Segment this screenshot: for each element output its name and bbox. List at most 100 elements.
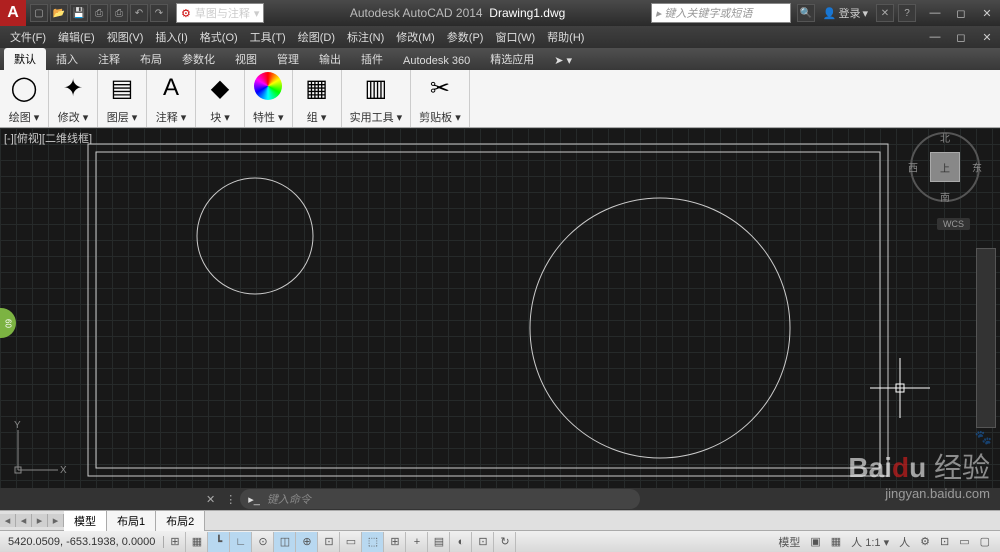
qat-new-icon[interactable]: ▢ (30, 4, 48, 22)
cmd-close-icon[interactable]: ✕ (200, 493, 221, 506)
tab-insert[interactable]: 插入 (46, 48, 88, 70)
ribbon-panel-5[interactable]: 特性 ▾ (245, 70, 293, 127)
tab-output[interactable]: 输出 (309, 48, 351, 70)
status-toggle-10[interactable]: ⊞ (384, 532, 406, 552)
menu-parametric[interactable]: 参数(P) (441, 29, 490, 45)
layout-nav-next[interactable]: ▸ (32, 514, 48, 527)
viewport-label[interactable]: [-][俯视][二维线框] (4, 130, 92, 146)
tab-default[interactable]: 默认 (4, 48, 46, 70)
compass-west: 西 (908, 160, 918, 175)
status-toggle-9[interactable]: ⬚ (362, 532, 384, 552)
status-toggle-11[interactable]: + (406, 532, 428, 552)
help-icon[interactable]: ? (898, 4, 916, 22)
search-icon[interactable]: 🔍 (797, 4, 815, 22)
status-icon[interactable]: ▦ (827, 535, 845, 548)
tab-model[interactable]: 模型 (64, 511, 107, 531)
qat-plot-icon[interactable]: ⎙ (110, 4, 128, 22)
app-logo[interactable]: A (0, 0, 26, 26)
exchange-icon[interactable]: ✕ (876, 4, 894, 22)
status-icon[interactable]: ▣ (806, 535, 824, 548)
wcs-badge[interactable]: WCS (937, 218, 970, 230)
qat-saveas-icon[interactable]: ⎙ (90, 4, 108, 22)
ribbon-panel-3[interactable]: A注释 ▾ (147, 70, 196, 127)
status-toggle-2[interactable]: ┗ (208, 532, 230, 552)
menu-insert[interactable]: 插入(I) (149, 29, 193, 45)
doc-minimize-button[interactable]: — (922, 27, 948, 47)
status-toggle-12[interactable]: ▤ (428, 532, 450, 552)
tab-manage[interactable]: 管理 (267, 48, 309, 70)
ribbon-panel-7[interactable]: ▥实用工具 ▾ (342, 70, 412, 127)
status-toggle-0[interactable]: ⊞ (164, 532, 186, 552)
status-toggle-1[interactable]: ▦ (186, 532, 208, 552)
status-toggle-7[interactable]: ⊡ (318, 532, 340, 552)
layout-nav-last[interactable]: ▸ (48, 514, 64, 527)
layout-nav-prev[interactable]: ◂ (16, 514, 32, 527)
menu-tools[interactable]: 工具(T) (244, 29, 292, 45)
ribbon-panel-1[interactable]: ✦修改 ▾ (49, 70, 98, 127)
coordinates-readout[interactable]: 5420.0509, -653.1938, 0.0000 (0, 536, 164, 548)
menu-dimension[interactable]: 标注(N) (341, 29, 390, 45)
menu-format[interactable]: 格式(O) (194, 29, 244, 45)
tab-parametric[interactable]: 参数化 (172, 48, 225, 70)
clean-screen-icon[interactable]: ▢ (976, 535, 994, 548)
ribbon-panel-4[interactable]: ◆块 ▾ (196, 70, 245, 127)
compass-north: 北 (940, 130, 950, 145)
tab-layout[interactable]: 布局 (130, 48, 172, 70)
drawing-canvas[interactable] (0, 128, 1000, 488)
signin-button[interactable]: 👤 登录 ▾ (819, 5, 872, 21)
annotation-scale[interactable]: 人 1:1 ▾ (847, 534, 893, 550)
layout-nav-first[interactable]: ◂ (0, 514, 16, 527)
status-toggle-5[interactable]: ◫ (274, 532, 296, 552)
panel-icon: ◆ (204, 72, 236, 104)
viewcube[interactable]: 上 北 南 东 西 (910, 132, 980, 202)
menu-view[interactable]: 视图(V) (101, 29, 150, 45)
close-button[interactable]: ✕ (974, 3, 1000, 23)
workspace-selector[interactable]: ⚙ 草图与注释 ▾ (176, 3, 264, 23)
qat-save-icon[interactable]: 💾 (70, 4, 88, 22)
qat-open-icon[interactable]: 📂 (50, 4, 68, 22)
menu-window[interactable]: 窗口(W) (489, 29, 541, 45)
tab-overflow[interactable]: ➤ ▾ (548, 51, 578, 70)
drawing-area[interactable]: [-][俯视][二维线框] 上 北 南 东 西 WCS 60 XY (0, 128, 1000, 488)
qat-undo-icon[interactable]: ↶ (130, 4, 148, 22)
workspace-switch-icon[interactable]: ⊡ (936, 535, 953, 548)
menu-edit[interactable]: 编辑(E) (52, 29, 101, 45)
status-toggle-4[interactable]: ⊙ (252, 532, 274, 552)
qat-redo-icon[interactable]: ↷ (150, 4, 168, 22)
maximize-button[interactable]: ◻ (948, 3, 974, 23)
status-icon[interactable]: ⚙ (916, 535, 934, 548)
tab-a360[interactable]: Autodesk 360 (393, 52, 480, 70)
menu-help[interactable]: 帮助(H) (541, 29, 590, 45)
tab-layout1[interactable]: 布局1 (107, 511, 156, 531)
cmd-handle-icon[interactable]: ⋮ (221, 493, 240, 506)
ribbon-panel-8[interactable]: ✂剪贴板 ▾ (411, 70, 470, 127)
tab-addins[interactable]: 插件 (351, 48, 393, 70)
tab-layout2[interactable]: 布局2 (156, 511, 205, 531)
doc-restore-button[interactable]: ◻ (948, 27, 974, 47)
tab-annotate[interactable]: 注释 (88, 48, 130, 70)
minimize-button[interactable]: — (922, 3, 948, 23)
command-input[interactable]: ▸_ 键入命令 (240, 489, 640, 509)
ribbon-panel-6[interactable]: ▦组 ▾ (293, 70, 342, 127)
status-toggle-14[interactable]: ⊡ (472, 532, 494, 552)
ribbon-panel-0[interactable]: ◯绘图 ▾ (0, 70, 49, 127)
status-toggle-15[interactable]: ↻ (494, 532, 516, 552)
chevron-down-icon: ▾ (254, 7, 260, 20)
menu-modify[interactable]: 修改(M) (390, 29, 441, 45)
ribbon-panel-2[interactable]: ▤图层 ▾ (98, 70, 147, 127)
tab-view[interactable]: 视图 (225, 48, 267, 70)
status-icon[interactable]: 人 (895, 534, 914, 550)
viewcube-top-face[interactable]: 上 (930, 152, 960, 182)
status-toggle-8[interactable]: ▭ (340, 532, 362, 552)
status-icon[interactable]: ▭ (955, 535, 973, 548)
model-paper-toggle[interactable]: 模型 (774, 534, 804, 550)
help-search-input[interactable]: ▸ 键入关键字或短语 (651, 3, 791, 23)
navigation-bar[interactable] (976, 248, 996, 428)
tab-featured[interactable]: 精选应用 (480, 48, 544, 70)
status-toggle-6[interactable]: ⊕ (296, 532, 318, 552)
doc-close-button[interactable]: ✕ (974, 27, 1000, 47)
menu-file[interactable]: 文件(F) (4, 29, 52, 45)
status-toggle-3[interactable]: ∟ (230, 532, 252, 552)
status-toggle-13[interactable]: ◐ (450, 532, 472, 552)
menu-draw[interactable]: 绘图(D) (292, 29, 341, 45)
